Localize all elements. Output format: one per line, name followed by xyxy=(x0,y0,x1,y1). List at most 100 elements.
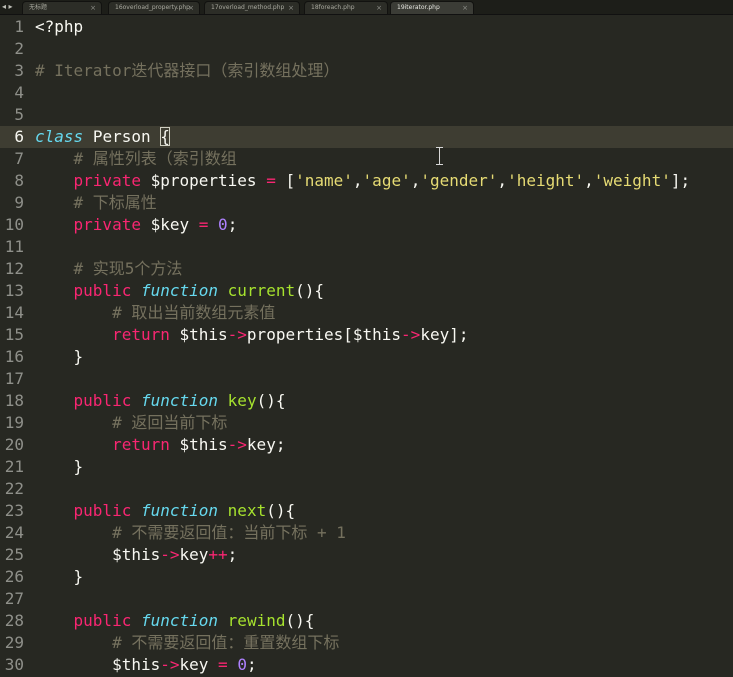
code-line[interactable]: 18 public function key(){ xyxy=(0,390,733,412)
code-line[interactable]: 23 public function next(){ xyxy=(0,500,733,522)
line-number: 23 xyxy=(4,501,24,520)
code-token: , xyxy=(584,171,594,190)
tab-close-icon[interactable]: × xyxy=(462,2,468,14)
line-number: 19 xyxy=(4,413,24,432)
code-token: 'weight' xyxy=(593,171,671,190)
code-token: $properties xyxy=(140,171,267,190)
code-line[interactable]: 1 <?php xyxy=(0,16,733,38)
code-token: , xyxy=(352,171,363,190)
tab-close-icon[interactable]: × xyxy=(288,2,294,14)
code-line[interactable]: 19 # 返回当前下标 xyxy=(0,412,733,434)
line-number: 25 xyxy=(4,545,24,564)
code-text: # 返回当前下标 xyxy=(35,412,227,434)
code-line[interactable]: 8 private $properties = ['name','age','g… xyxy=(0,170,733,192)
tab-4[interactable]: 18foreach.php × xyxy=(304,1,388,14)
code-token: = xyxy=(266,171,276,190)
code-text: # 下标属性 xyxy=(35,192,157,214)
code-token: function xyxy=(140,281,219,300)
line-number: 27 xyxy=(4,589,24,608)
code-text: $this->key = 0; xyxy=(35,654,257,676)
code-text: public function current(){ xyxy=(35,280,324,302)
code-token: return xyxy=(112,435,170,454)
tab-5[interactable]: 19iterator.php × xyxy=(390,1,474,14)
code-line[interactable]: 28 public function rewind(){ xyxy=(0,610,733,632)
code-line[interactable]: 7 # 属性列表（索引数组 xyxy=(0,148,733,170)
code-token: properties[$this xyxy=(246,325,402,344)
tab-close-icon[interactable]: × xyxy=(90,2,96,14)
text-cursor-icon xyxy=(436,147,446,165)
code-line[interactable]: 29 # 不需要返回值：重置数组下标 xyxy=(0,632,733,654)
code-line[interactable]: 30 $this->key = 0; xyxy=(0,654,733,676)
line-number: 28 xyxy=(4,611,24,630)
code-token: (){ xyxy=(295,281,325,300)
code-token: Person xyxy=(92,127,151,146)
code-token: # Iterator迭代器接口（索引数组处理） xyxy=(35,61,340,80)
line-number: 4 xyxy=(14,83,24,102)
code-line[interactable]: 16 } xyxy=(0,346,733,368)
tab-3[interactable]: 17overload_method.php × xyxy=(204,1,300,14)
line-number: 26 xyxy=(4,567,24,586)
code-line[interactable]: 24 # 不需要返回值：当前下标 + 1 xyxy=(0,522,733,544)
tab-label: 17overload_method.php xyxy=(211,4,285,11)
code-line[interactable]: 27 xyxy=(0,588,733,610)
tab-1[interactable]: 无标题 × xyxy=(22,1,102,14)
tab-2[interactable]: 16overload_property.php × xyxy=(108,1,200,14)
code-token: ; xyxy=(246,655,257,674)
code-text: # 取出当前数组元素值 xyxy=(35,302,275,324)
line-number: 24 xyxy=(4,523,24,542)
code-token: ++ xyxy=(208,545,228,564)
line-number: 14 xyxy=(4,303,24,322)
tab-close-icon[interactable]: × xyxy=(188,2,194,14)
line-number: 3 xyxy=(14,61,24,80)
code-token: private xyxy=(73,171,141,190)
code-line[interactable]: 25 $this->key++; xyxy=(0,544,733,566)
tab-label: 18foreach.php xyxy=(311,4,355,11)
code-text: public function rewind(){ xyxy=(35,610,315,632)
code-line[interactable]: 17 xyxy=(0,368,733,390)
code-line[interactable]: 22 xyxy=(0,478,733,500)
code-line[interactable]: 5 xyxy=(0,104,733,126)
code-token: function xyxy=(140,501,219,520)
line-number: 2 xyxy=(14,39,24,58)
line-number: 7 xyxy=(14,149,24,168)
line-number: 29 xyxy=(4,633,24,652)
code-token: # 实现5个方法 xyxy=(35,259,183,278)
code-editor[interactable]: 1 <?php 2 3 # Iterator迭代器接口（索引数组处理） 4 5 6 class … xyxy=(0,15,733,677)
code-text: public function next(){ xyxy=(35,500,296,522)
code-line[interactable]: 3 # Iterator迭代器接口（索引数组处理） xyxy=(0,60,733,82)
code-line[interactable]: 10 private $key = 0; xyxy=(0,214,733,236)
code-token: class xyxy=(35,127,84,146)
code-token: public xyxy=(73,391,132,410)
code-line[interactable]: 9 # 下标属性 xyxy=(0,192,733,214)
code-line[interactable]: 4 xyxy=(0,82,733,104)
code-token: } xyxy=(35,567,84,586)
code-line[interactable]: 26 } xyxy=(0,566,733,588)
tab-close-icon[interactable]: × xyxy=(376,2,382,14)
code-token: -> xyxy=(227,435,247,454)
line-number: 20 xyxy=(4,435,24,454)
code-line[interactable]: 14 # 取出当前数组元素值 xyxy=(0,302,733,324)
code-line[interactable]: 6 class Person { xyxy=(0,126,733,148)
line-number: 1 xyxy=(14,17,24,36)
line-number: 16 xyxy=(4,347,24,366)
code-line[interactable]: 21 } xyxy=(0,456,733,478)
code-line[interactable]: 2 xyxy=(0,38,733,60)
tab-nav-arrows-icon[interactable]: ◂ ▸ xyxy=(2,1,22,13)
code-token: -> xyxy=(227,325,247,344)
line-number: 13 xyxy=(4,281,24,300)
code-token: } xyxy=(35,347,84,366)
line-number: 5 xyxy=(14,105,24,124)
code-token: # 下标属性 xyxy=(35,193,157,212)
line-number: 9 xyxy=(14,193,24,212)
code-line[interactable]: 12 # 实现5个方法 xyxy=(0,258,733,280)
code-line[interactable]: 15 return $this->properties[$this->key]; xyxy=(0,324,733,346)
code-line[interactable]: 11 xyxy=(0,236,733,258)
code-line[interactable]: 13 public function current(){ xyxy=(0,280,733,302)
code-line[interactable]: 20 return $this->key; xyxy=(0,434,733,456)
